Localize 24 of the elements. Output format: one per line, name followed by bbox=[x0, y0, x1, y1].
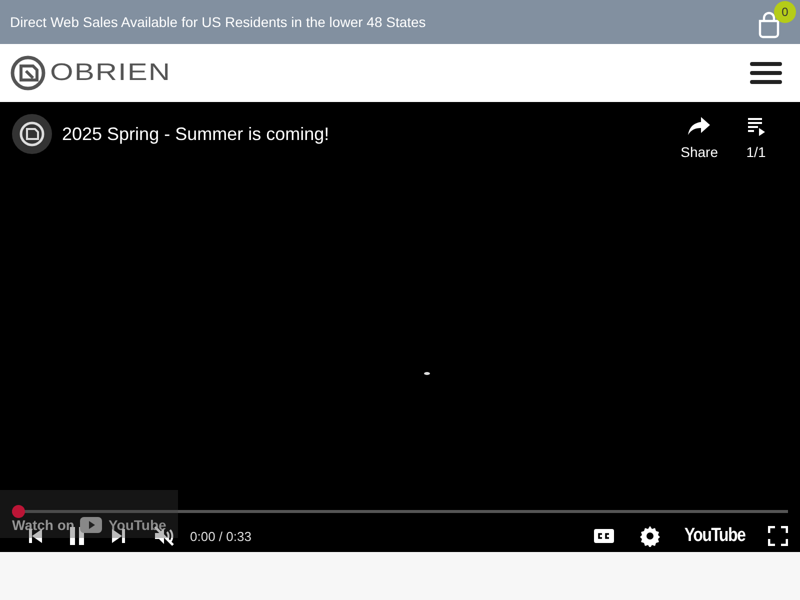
announcement-text: Direct Web Sales Available for US Residents in the lower 48 States bbox=[10, 14, 426, 30]
play-logo-icon bbox=[80, 517, 102, 533]
logo-text: OBRIEN bbox=[50, 59, 172, 87]
youtube-logo[interactable]: YouTube bbox=[684, 525, 745, 547]
logo-icon bbox=[10, 55, 46, 91]
playlist-button[interactable]: 1/1 bbox=[746, 116, 766, 160]
video-player[interactable]: 2025 Spring - Summer is coming! Share 1/1 0:00 / 0:33 YouTube Watch on YouTube bbox=[0, 102, 800, 552]
captions-icon[interactable] bbox=[592, 528, 615, 544]
youtube-logo: YouTube bbox=[108, 517, 166, 533]
watch-on-overlay[interactable]: Watch on YouTube bbox=[0, 490, 178, 538]
shopping-bag-icon bbox=[756, 11, 782, 39]
share-button[interactable]: Share bbox=[680, 116, 718, 160]
settings-icon[interactable] bbox=[638, 525, 661, 547]
fullscreen-icon[interactable] bbox=[768, 526, 788, 546]
progress-handle[interactable] bbox=[12, 505, 25, 518]
cart-button[interactable]: 0 bbox=[756, 1, 796, 39]
time-display: 0:00 / 0:33 bbox=[190, 528, 252, 544]
watch-on-text: Watch on bbox=[12, 517, 74, 533]
share-icon bbox=[687, 116, 712, 136]
loading-dot bbox=[424, 372, 430, 375]
channel-avatar-icon[interactable] bbox=[12, 114, 52, 154]
video-title[interactable]: 2025 Spring - Summer is coming! bbox=[62, 124, 671, 145]
cart-count-badge: 0 bbox=[774, 1, 796, 23]
playlist-icon bbox=[746, 116, 766, 136]
